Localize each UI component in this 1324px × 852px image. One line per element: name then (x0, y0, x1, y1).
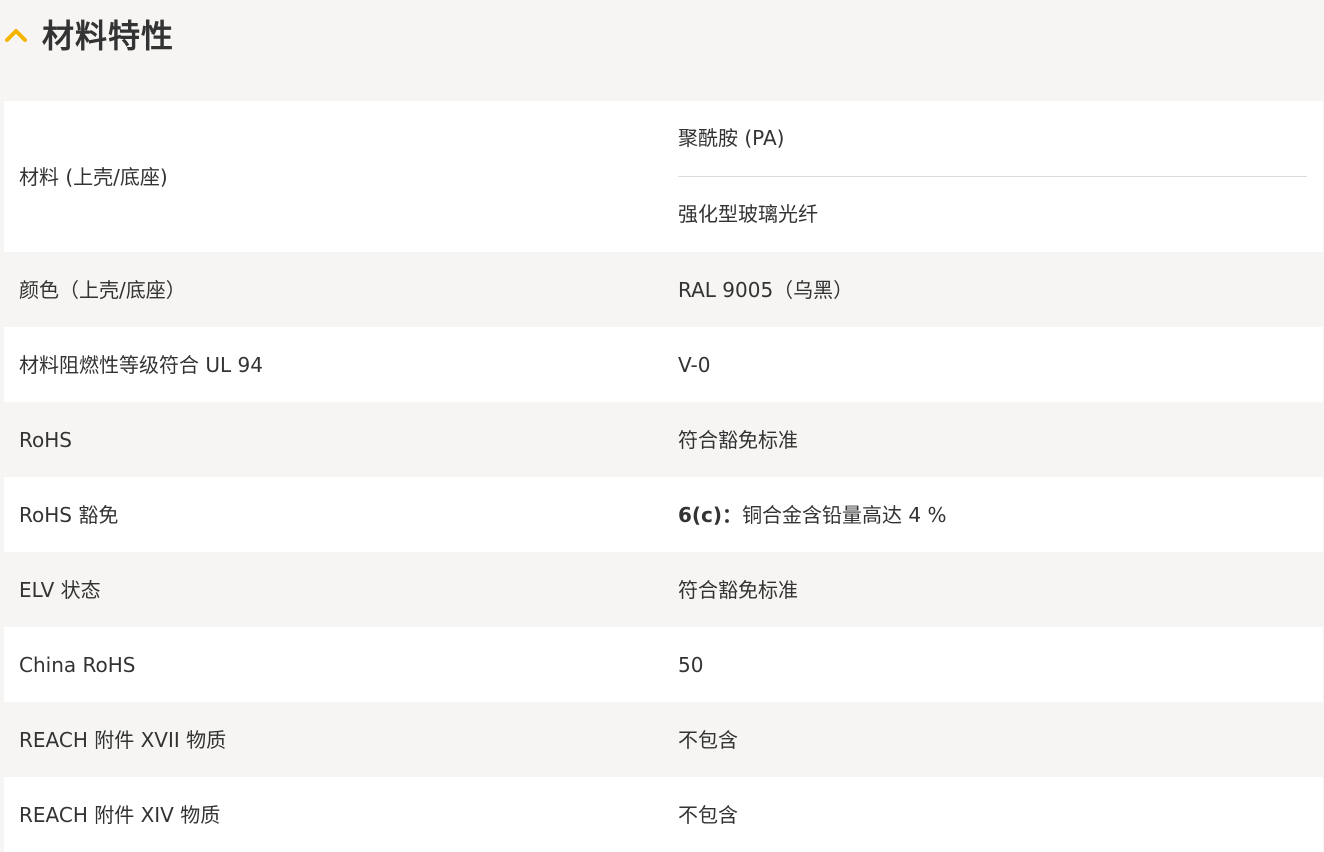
row-value: 符合豁免标准 (678, 427, 798, 452)
exemption-code: 6(c)： (678, 502, 743, 527)
row-value: 强化型玻璃光纤 (678, 202, 818, 226)
table-row: RoHS 符合豁免标准 (4, 402, 1323, 477)
table-row: REACH 附件 XIV 物质 不包含 (4, 777, 1323, 852)
row-value: 符合豁免标准 (678, 577, 798, 602)
table-row: 颜色（上壳/底座） RAL 9005（乌黑） (4, 252, 1323, 327)
chevron-up-icon[interactable] (5, 27, 27, 43)
section-header[interactable]: 材料特性 (0, 0, 1324, 101)
row-label: REACH 附件 XIV 物质 (19, 802, 221, 827)
table-row: China RoHS 50 (4, 627, 1323, 702)
value-divider (678, 176, 1307, 177)
row-value: 50 (678, 652, 704, 677)
row-label: China RoHS (19, 652, 136, 677)
table-row: 材料 (上壳/底座) 聚酰胺 (PA) 强化型玻璃光纤 (4, 101, 1323, 252)
table-row: 材料阻燃性等级符合 UL 94 V-0 (4, 327, 1323, 402)
row-value: 不包含 (678, 727, 738, 752)
row-label: RoHS 豁免 (19, 502, 119, 527)
row-value: 聚酰胺 (PA) (678, 126, 785, 150)
row-label: RoHS (19, 427, 72, 452)
row-value: 6(c)：铜合金含铅量高达 4 % (678, 501, 947, 529)
spec-table: 材料 (上壳/底座) 聚酰胺 (PA) 强化型玻璃光纤 颜色（上壳/底座） RA… (4, 101, 1323, 852)
row-label: 材料阻燃性等级符合 UL 94 (19, 352, 263, 377)
row-label: ELV 状态 (19, 577, 101, 602)
row-value-list: 聚酰胺 (PA) 强化型玻璃光纤 (678, 101, 1307, 252)
section-title: 材料特性 (42, 17, 175, 55)
table-row: RoHS 豁免 6(c)：铜合金含铅量高达 4 % (4, 477, 1323, 552)
row-value: RAL 9005（乌黑） (678, 277, 854, 302)
exemption-text: 铜合金含铅量高达 4 % (742, 502, 947, 527)
row-value: 不包含 (678, 802, 738, 827)
row-label: 材料 (上壳/底座) (19, 164, 168, 189)
row-label: 颜色（上壳/底座） (19, 277, 186, 302)
row-label: REACH 附件 XVII 物质 (19, 727, 227, 752)
row-value: V-0 (678, 352, 711, 377)
table-row: ELV 状态 符合豁免标准 (4, 552, 1323, 627)
table-row: REACH 附件 XVII 物质 不包含 (4, 702, 1323, 777)
